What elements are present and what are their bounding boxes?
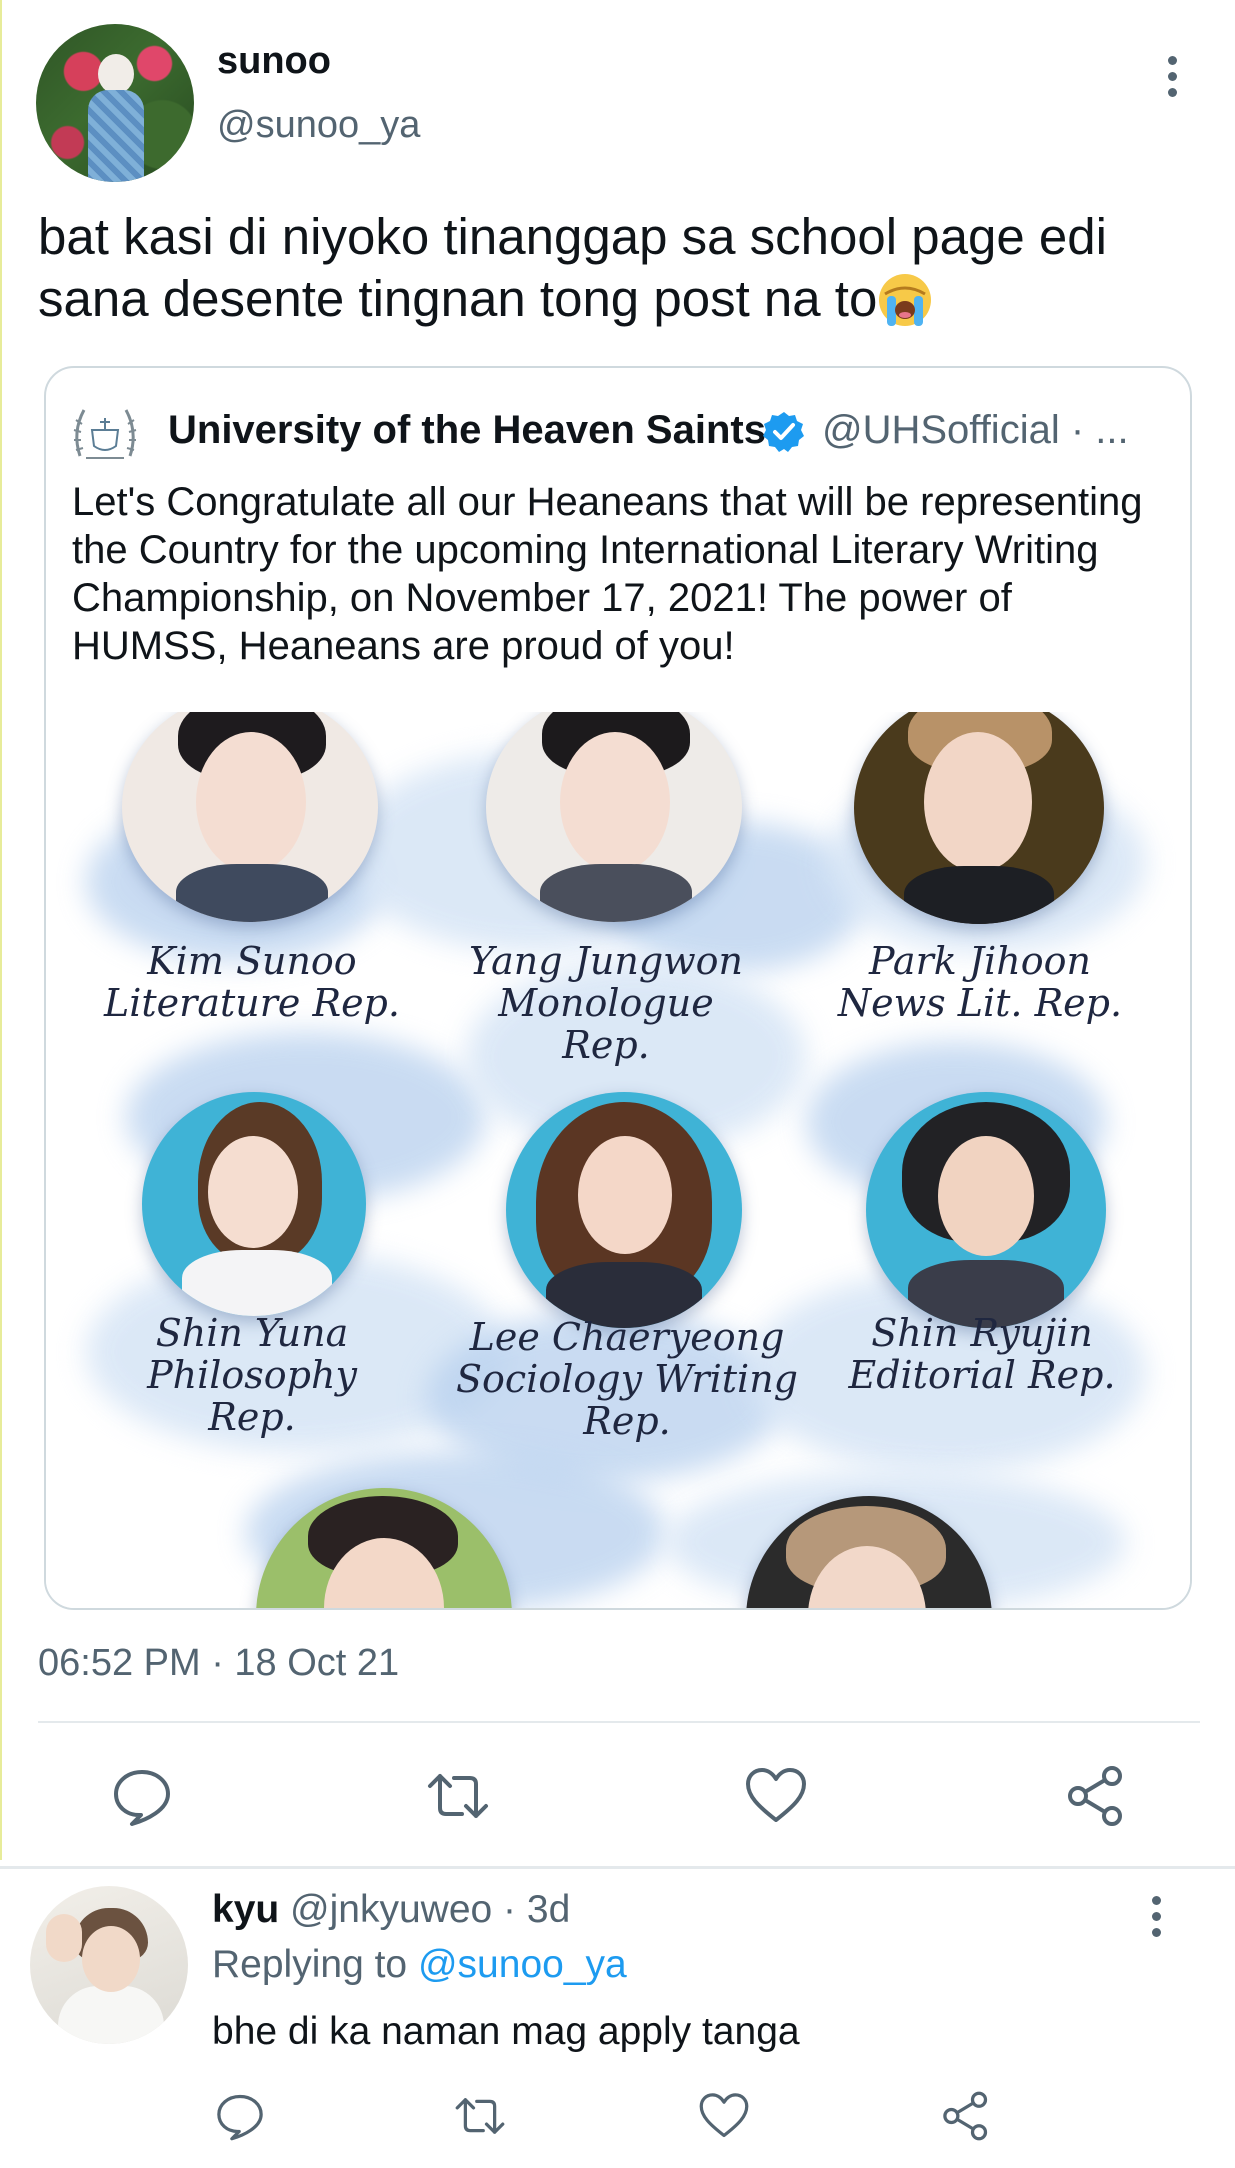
thread-rule <box>0 0 2 1860</box>
loudly-crying-face-emoji <box>877 272 933 328</box>
caption-rep-6: Shin Ryujin Editorial Rep. <box>832 1312 1132 1396</box>
caption-rep-2: Yang Jungwon Monologue Rep. <box>456 940 756 1066</box>
reply-icon[interactable] <box>214 2090 266 2142</box>
quoted-tweet-image[interactable]: Kim Sunoo Literature Rep. Yang Jungwon M… <box>46 712 1190 1608</box>
verified-badge-icon <box>762 410 806 454</box>
rep-name: Shin Ryujin <box>871 1311 1093 1355</box>
caption-rep-3: Park Jihoon News Lit. Rep. <box>830 940 1130 1024</box>
quoted-tweet-card[interactable]: University of the Heaven Saints @UHSoffi… <box>44 366 1192 1610</box>
more-options-icon[interactable] <box>1158 52 1186 102</box>
share-icon[interactable] <box>940 2090 992 2142</box>
rep-name: Park Jihoon <box>869 939 1091 983</box>
portrait-shin-ryujin <box>866 1092 1106 1328</box>
quoted-author-name[interactable]: University of the Heaven Saints <box>168 408 766 453</box>
author-avatar[interactable] <box>36 24 194 182</box>
author-handle[interactable]: @sunoo_ya <box>217 104 420 147</box>
retweet-icon[interactable] <box>426 1764 490 1828</box>
share-icon[interactable] <box>1064 1764 1128 1828</box>
quoted-author-handle[interactable]: @UHSofficial · ... <box>822 408 1129 453</box>
university-logo-icon <box>70 400 140 466</box>
reply-author-meta[interactable]: @jnkyuweo · 3d <box>290 1888 570 1931</box>
like-icon[interactable] <box>744 1764 808 1828</box>
tweet-text-body: bat kasi di niyoko tinanggap sa school p… <box>38 208 1107 327</box>
caption-rep-1: Kim Sunoo Literature Rep. <box>102 940 402 1024</box>
replying-to-label: Replying to <box>212 1943 408 1986</box>
rep-role: News Lit. Rep. <box>837 981 1123 1025</box>
rep-role: Philosophy Rep. <box>147 1353 357 1439</box>
rep-role: Editorial Rep. <box>848 1353 1116 1397</box>
reply-header: kyu @jnkyuweo · 3d <box>212 1888 570 1932</box>
portrait-shin-yuna <box>142 1092 366 1316</box>
rep-name: Shin Yuna <box>155 1311 349 1355</box>
rep-role: Monologue Rep. <box>498 981 714 1067</box>
replying-to-mention[interactable]: @sunoo_ya <box>418 1943 627 1986</box>
tweet-text: bat kasi di niyoko tinanggap sa school p… <box>38 206 1208 330</box>
quoted-tweet-text: Let's Congratulate all our Heaneans that… <box>72 480 1143 668</box>
reply-text: bhe di ka naman mag apply tanga <box>212 2010 800 2053</box>
like-icon[interactable] <box>698 2090 750 2142</box>
rep-role: Sociology Writing Rep. <box>455 1357 799 1443</box>
rep-name: Lee Chaeryeong <box>469 1315 785 1359</box>
tweet-detail-page: sunoo @sunoo_ya bat kasi di niyoko tinan… <box>0 0 1235 2168</box>
rep-name: Yang Jungwon <box>468 939 744 983</box>
reply-author-avatar[interactable] <box>30 1886 188 2044</box>
caption-rep-5: Lee Chaeryeong Sociology Writing Rep. <box>442 1316 812 1442</box>
replying-to: Replying to @sunoo_ya <box>212 1943 627 1987</box>
rep-name: Kim Sunoo <box>147 939 357 983</box>
rep-role: Literature Rep. <box>104 981 400 1025</box>
author-display-name[interactable]: sunoo <box>217 40 331 83</box>
reply-icon[interactable] <box>110 1764 174 1828</box>
reply-more-options-icon[interactable] <box>1142 1892 1170 1942</box>
reply-author-name[interactable]: kyu <box>212 1888 279 1931</box>
tweet-timestamp[interactable]: 06:52 PM · 18 Oct 21 <box>38 1642 399 1685</box>
caption-rep-4: Shin Yuna Philosophy Rep. <box>102 1312 402 1438</box>
divider <box>0 1866 1235 1869</box>
divider <box>38 1721 1200 1723</box>
retweet-icon[interactable] <box>454 2090 506 2142</box>
portrait-lee-chaeryeong <box>506 1092 742 1328</box>
